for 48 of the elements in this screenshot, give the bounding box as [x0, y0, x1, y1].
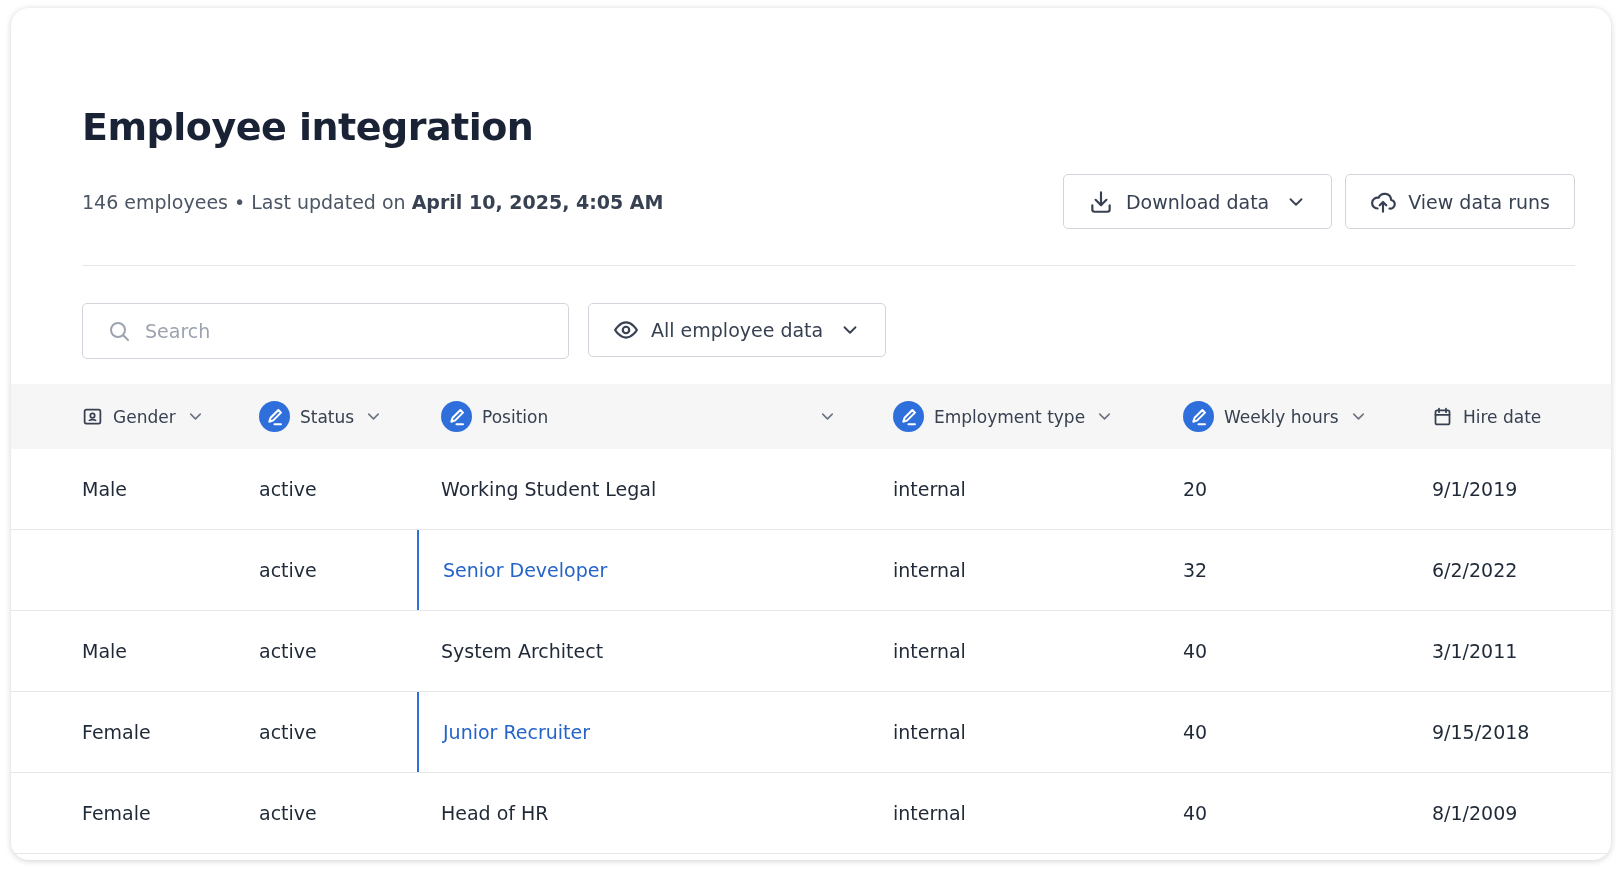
table-cell-text: 40	[1182, 639, 1209, 664]
pencil-icon	[893, 401, 924, 432]
table-cell-text: 8/1/2009	[1431, 801, 1519, 826]
edited-cell[interactable]: Senior Developer	[417, 530, 869, 610]
table-cell-text: 20	[1182, 477, 1209, 502]
column-header[interactable]: Hire date	[1463, 406, 1542, 427]
table-cell-text: System Architect	[440, 639, 605, 664]
pencil-icon	[441, 401, 472, 432]
table-cell-text: internal	[892, 558, 967, 583]
table-cell-text: internal	[892, 477, 967, 502]
edited-cell[interactable]: Junior Recruiter	[417, 692, 869, 772]
table-cell-text: 6/2/2022	[1431, 558, 1519, 583]
table-cell-text: active	[258, 801, 318, 826]
table-cell-text: Male	[81, 477, 128, 502]
column-header[interactable]: Position	[482, 406, 549, 427]
calendar-icon	[1432, 406, 1453, 427]
table-cell-text: Head of HR	[440, 801, 550, 826]
dropdown-button[interactable]: Download data	[1062, 174, 1333, 229]
action-button[interactable]: View data runs	[1345, 174, 1575, 229]
table-cell-text: active	[258, 558, 318, 583]
table-cell-text: internal	[892, 720, 967, 745]
table-cell-text: Male	[81, 639, 128, 664]
table-cell-text: Female	[81, 720, 152, 745]
page-subtitle: 146 employees • Last updated on April 10, 2025, 4:05 AM	[82, 190, 664, 213]
table-cell-text: 32	[1182, 558, 1209, 583]
column-header[interactable]: Weekly hours	[1224, 406, 1339, 427]
table-cell-text: Working Student Legal	[440, 477, 658, 502]
pencil-icon	[259, 401, 290, 432]
id-card-icon	[82, 406, 103, 427]
table-cell-text: active	[258, 639, 318, 664]
table-cell-text: 40	[1182, 801, 1209, 826]
table-cell-text: 9/15/2018	[1431, 720, 1531, 745]
column-header[interactable]: Employment type	[934, 406, 1086, 427]
pencil-icon	[1183, 401, 1214, 432]
table-cell-text: Female	[81, 801, 152, 826]
table-cell-text: 3/1/2011	[1431, 639, 1519, 664]
column-header[interactable]: Gender	[113, 406, 176, 427]
search-field[interactable]: Search	[82, 303, 569, 359]
search-icon	[107, 319, 131, 343]
page-title: Employee integration	[82, 104, 535, 146]
view-filter-dropdown[interactable]: All employee data	[588, 303, 887, 357]
column-header[interactable]: Status	[300, 406, 355, 427]
table-cell-text: 9/1/2019	[1431, 477, 1519, 502]
table-cell-text: 40	[1182, 720, 1209, 745]
table-cell-text: internal	[892, 801, 967, 826]
table-cell-text: internal	[892, 639, 967, 664]
table-cell-text: active	[258, 477, 318, 502]
table-cell-text: active	[258, 720, 318, 745]
